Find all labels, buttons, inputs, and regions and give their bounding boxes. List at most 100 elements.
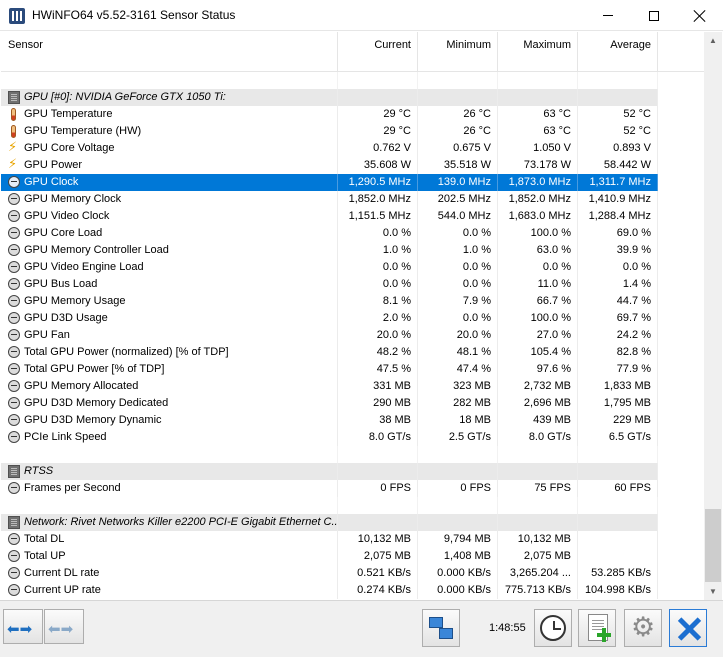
- sensor-name: Total GPU Power [% of TDP]: [1, 361, 338, 378]
- sensor-name: GPU Core Load: [1, 225, 338, 242]
- gauge-icon: [8, 533, 20, 545]
- table-row[interactable]: GPU Video Engine Load 0.0 % 0.0 % 0.0 % 0.0 …: [1, 259, 658, 276]
- table-row[interactable]: GPU Bus Load 0.0 % 0.0 % 11.0 % 1.4 %: [1, 276, 658, 293]
- sensor-value-minimum: 0.0 %: [418, 259, 498, 276]
- bottom-toolbar: ⬅➡ ⬅➡ 1:48:55 ⚙: [0, 600, 723, 657]
- logging-button[interactable]: [578, 609, 616, 647]
- vertical-scrollbar[interactable]: ▲ ▼: [704, 32, 722, 600]
- table-row[interactable]: GPU Video Clock 1,151.5 MHz 544.0 MHz 1,683…: [1, 208, 658, 225]
- maximize-button[interactable]: [631, 0, 677, 31]
- sensor-value-average: [578, 531, 658, 548]
- gauge-icon: [8, 261, 20, 273]
- table-row[interactable]: Total DL 10,132 MB 9,794 MB 10,132 MB: [1, 531, 658, 548]
- close-sensors-button[interactable]: [669, 609, 707, 647]
- sensor-label: Total GPU Power (normalized) [% of TDP]: [24, 346, 229, 358]
- sensor-value-average: 1,288.4 MHz: [578, 208, 658, 225]
- sensor-value-average: 77.9 %: [578, 361, 658, 378]
- table-row[interactable]: GPU D3D Usage 2.0 % 0.0 % 100.0 % 69.7 %: [1, 310, 658, 327]
- column-header-minimum[interactable]: Minimum: [418, 32, 498, 72]
- sensor-value-minimum: [418, 446, 498, 463]
- sensor-value-maximum: 1,683.0 MHz: [498, 208, 578, 225]
- clock-icon: [540, 615, 566, 641]
- table-row[interactable]: GPU Clock 1,290.5 MHz 139.0 MHz 1,873.0 MHz…: [1, 174, 658, 191]
- sensor-value-minimum: 2.5 GT/s: [418, 429, 498, 446]
- table-row[interactable]: Total GPU Power (normalized) [% of TDP] 4…: [1, 344, 658, 361]
- sensor-label: GPU Temperature: [24, 108, 113, 120]
- gauge-icon: [8, 210, 20, 222]
- sensor-group-header[interactable]: RTSS: [1, 463, 658, 480]
- table-row[interactable]: GPU Temperature 29 °C 26 °C 63 °C 52 °C: [1, 106, 658, 123]
- gauge-icon: [8, 295, 20, 307]
- table-row[interactable]: GPU Memory Usage 8.1 % 7.9 % 66.7 % 44.7 %: [1, 293, 658, 310]
- scroll-down-arrow-icon[interactable]: ▼: [704, 583, 722, 600]
- sensor-value-average: 69.7 %: [578, 310, 658, 327]
- table-row[interactable]: GPU Fan 20.0 % 20.0 % 27.0 % 24.2 %: [1, 327, 658, 344]
- sensor-name: PCIe Link Speed: [1, 429, 338, 446]
- table-row[interactable]: GPU Core Voltage 0.762 V0.675 V1.050 V0.8…: [1, 140, 658, 157]
- table-row[interactable]: GPU D3D Memory Dedicated 290 MB 282 MB 2,69…: [1, 395, 658, 412]
- sensor-value-current: 0.0 %: [338, 276, 418, 293]
- sensor-value-current: 331 MB: [338, 378, 418, 395]
- sensor-value-minimum: 139.0 MHz: [418, 174, 498, 191]
- spacer-row: [1, 446, 658, 463]
- gauge-icon: [8, 329, 20, 341]
- sensor-name: Frames per Second: [1, 480, 338, 497]
- table-row[interactable]: Current UP rate 0.274 KB/s 0.000 KB/s 775.7…: [1, 582, 658, 599]
- minimize-button[interactable]: [585, 0, 631, 31]
- sensor-value-minimum: 7.9 %: [418, 293, 498, 310]
- settings-button[interactable]: ⚙: [624, 609, 662, 647]
- sensor-value-maximum: [498, 463, 578, 480]
- network-computers-icon: [439, 628, 453, 639]
- next-page-button[interactable]: ⬅➡: [44, 609, 84, 644]
- sensor-value-current: 0 FPS: [338, 480, 418, 497]
- table-row[interactable]: Total GPU Power [% of TDP] 47.5 % 47.4 % 97…: [1, 361, 658, 378]
- table-row[interactable]: Current DL rate 0.521 KB/s 0.000 KB/s 3,265…: [1, 565, 658, 582]
- table-row[interactable]: Frames per Second 0 FPS 0 FPS 75 FPS 60 FPS: [1, 480, 658, 497]
- sensor-group-header[interactable]: GPU [#0]: NVIDIA GeForce GTX 1050 Ti:: [1, 89, 658, 106]
- table-row[interactable]: GPU Power 35.608 W35.518 W73.178 W58.442 …: [1, 157, 658, 174]
- sensor-value-average: 58.442 W: [578, 157, 658, 174]
- sensor-value-average: 1,311.7 MHz: [578, 174, 658, 191]
- table-row[interactable]: GPU Memory Allocated 331 MB 323 MB 2,732 MB…: [1, 378, 658, 395]
- table-row[interactable]: GPU Memory Controller Load 1.0 % 1.0 % 63.0…: [1, 242, 658, 259]
- sensor-name: GPU Core Voltage: [1, 140, 338, 157]
- lightning-icon: [8, 140, 20, 156]
- table-row[interactable]: Total UP 2,075 MB 1,408 MB 2,075 MB: [1, 548, 658, 565]
- table-row[interactable]: PCIe Link Speed 8.0 GT/s 2.5 GT/s 8.0 GT/s 6…: [1, 429, 658, 446]
- column-header-maximum[interactable]: Maximum: [498, 32, 578, 72]
- sensor-label: GPU [#0]: NVIDIA GeForce GTX 1050 Ti:: [24, 91, 226, 103]
- close-window-button[interactable]: [677, 0, 723, 31]
- sensor-label: Network: Rivet Networks Killer e2200 PCI…: [24, 516, 338, 528]
- sensor-group-header[interactable]: Network: Rivet Networks Killer e2200 PCI…: [1, 514, 658, 531]
- column-header-sensor[interactable]: Sensor: [1, 32, 338, 72]
- sensor-value-minimum: 20.0 %: [418, 327, 498, 344]
- sensor-value-minimum: 9,794 MB: [418, 531, 498, 548]
- table-row[interactable]: GPU Memory Clock 1,852.0 MHz 202.5 MHz 1,85…: [1, 191, 658, 208]
- reset-timer-button[interactable]: [534, 609, 572, 647]
- network-computers-icon: [429, 617, 443, 628]
- scroll-up-arrow-icon[interactable]: ▲: [704, 32, 722, 49]
- sensor-value-current: [338, 463, 418, 480]
- column-header-average[interactable]: Average: [578, 32, 658, 72]
- sensor-value-average: 53.285 KB/s: [578, 565, 658, 582]
- previous-page-button[interactable]: ⬅➡: [3, 609, 43, 644]
- sensor-value-current: 38 MB: [338, 412, 418, 429]
- sensor-name: RTSS: [1, 463, 338, 480]
- sensor-value-maximum: [498, 89, 578, 106]
- table-row[interactable]: GPU D3D Memory Dynamic 38 MB 18 MB 439 MB 22…: [1, 412, 658, 429]
- sensor-value-maximum: [498, 446, 578, 463]
- column-header-current[interactable]: Current: [338, 32, 418, 72]
- table-row[interactable]: GPU Core Load 0.0 % 0.0 % 100.0 % 69.0 %: [1, 225, 658, 242]
- add-icon: [597, 628, 611, 642]
- gauge-icon: [8, 346, 20, 358]
- network-button[interactable]: [422, 609, 460, 647]
- sensor-value-minimum: 323 MB: [418, 378, 498, 395]
- scrollbar-thumb[interactable]: [705, 509, 721, 582]
- sensor-label: GPU Fan: [24, 329, 70, 341]
- sensor-name: GPU Temperature (HW): [1, 123, 338, 140]
- sensor-value-maximum: 8.0 GT/s: [498, 429, 578, 446]
- gauge-icon: [8, 414, 20, 426]
- sensor-name: GPU D3D Memory Dedicated: [1, 395, 338, 412]
- table-row[interactable]: GPU Temperature (HW) 29 °C 26 °C 63 °C 52 °C: [1, 123, 658, 140]
- sensor-value-average: 1,795 MB: [578, 395, 658, 412]
